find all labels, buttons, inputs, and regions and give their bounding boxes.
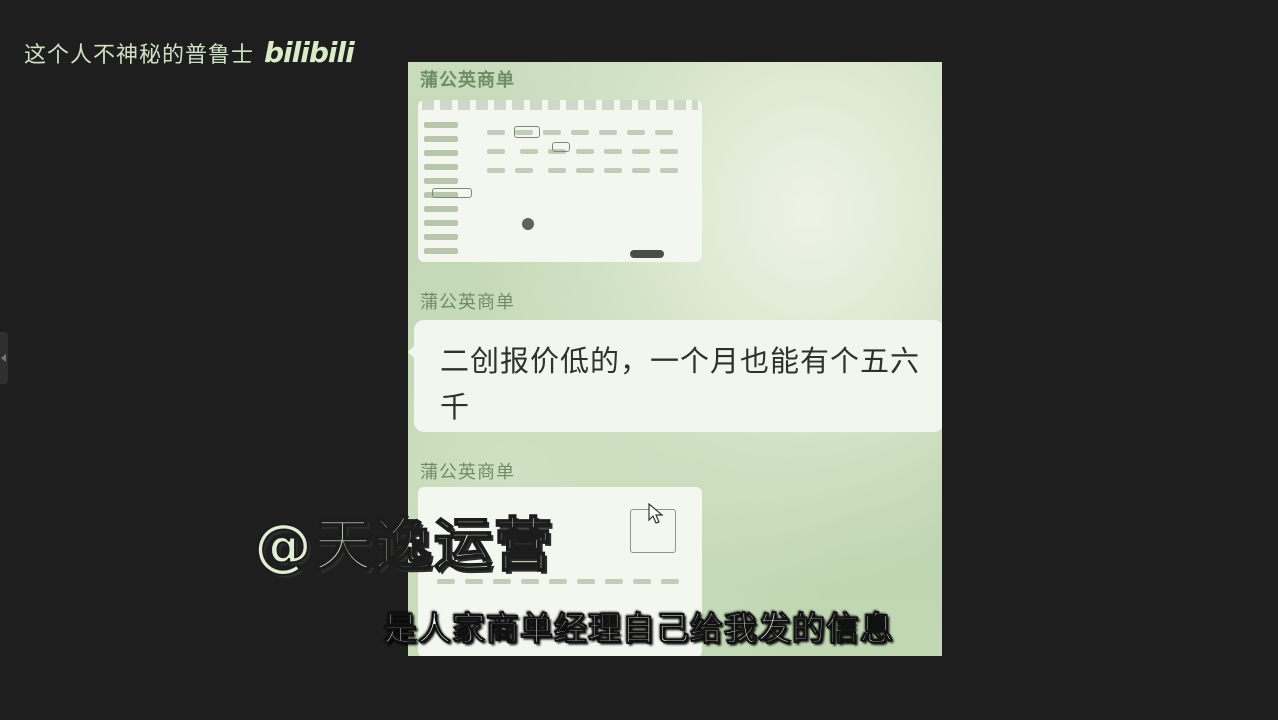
mouse-cursor-icon	[648, 503, 664, 524]
bilibili-logo: bilibili	[264, 36, 355, 69]
bubble-tail	[408, 344, 416, 360]
side-panel-handle[interactable]	[0, 332, 8, 384]
message-text: 二创报价低的，一个月也能有个五六千	[440, 344, 921, 424]
subtitle: 是人家商单经理自己给我发的信息	[384, 609, 894, 649]
channel-name: 这个人不神秘的普鲁士	[24, 42, 255, 68]
message-sender: 蒲公英商单	[420, 462, 515, 483]
thumbnail-sidebar	[424, 114, 470, 256]
watermark: @天逸运营	[253, 510, 555, 580]
image-message[interactable]	[418, 100, 702, 262]
thumbnail-highlight	[514, 126, 540, 138]
channel-header: 这个人不神秘的普鲁士 bilibili	[24, 36, 355, 69]
thumbnail-highlight	[432, 188, 472, 198]
thumbnail-toolbar	[422, 100, 698, 110]
text-message: 二创报价低的，一个月也能有个五六千	[408, 320, 942, 432]
message-sender: 蒲公英商单	[420, 292, 515, 313]
message-sender: 蒲公英商单	[420, 70, 515, 91]
avatar	[522, 218, 534, 230]
thumbnail-button	[630, 250, 664, 258]
thumbnail-highlight	[552, 142, 570, 152]
